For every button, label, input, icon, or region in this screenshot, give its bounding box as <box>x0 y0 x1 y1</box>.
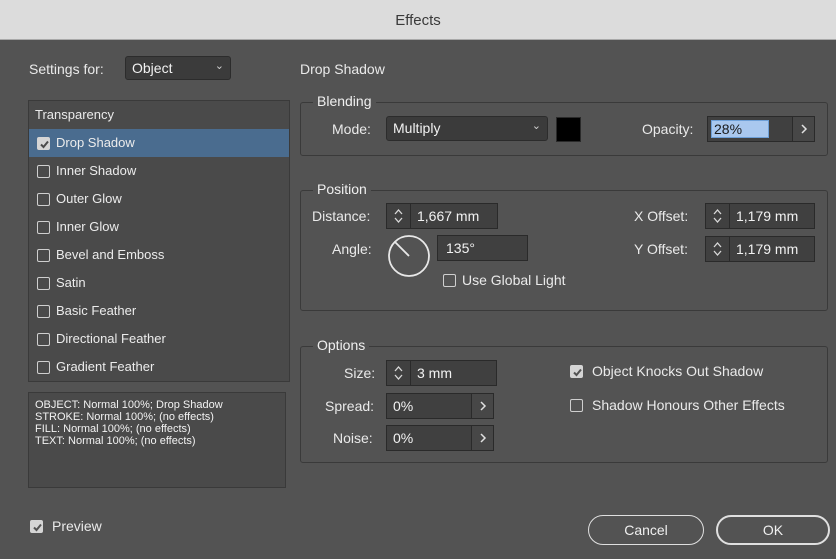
chevron-right-icon <box>480 433 487 443</box>
angle-value[interactable]: 135° <box>446 240 475 256</box>
chevron-right-icon <box>801 124 808 134</box>
shadow-honours-checkbox[interactable] <box>570 399 583 412</box>
blend-mode-value: Multiply <box>393 120 441 136</box>
bevel-emboss-checkbox[interactable] <box>37 249 50 262</box>
shadow-color-swatch[interactable] <box>556 117 581 142</box>
effect-item-gradient-feather[interactable]: Gradient Feather <box>29 353 289 381</box>
settings-for-dropdown[interactable]: Object ⌄ <box>125 56 231 80</box>
noise-field[interactable]: 0% <box>386 425 494 451</box>
summary-line-stroke: STROKE: Normal 100%; (no effects) <box>35 411 214 423</box>
use-global-light-checkbox[interactable] <box>443 274 456 287</box>
effect-item-label: Bevel and Emboss <box>56 247 165 262</box>
effect-item-label: Gradient Feather <box>56 359 155 374</box>
opacity-field[interactable]: 28% <box>707 116 815 142</box>
effect-item-label: Basic Feather <box>56 303 137 318</box>
y-offset-label: Y Offset: <box>634 241 688 257</box>
mode-label: Mode: <box>332 121 371 137</box>
angle-field[interactable]: 135° <box>437 235 528 261</box>
stepper-icon[interactable] <box>706 204 730 228</box>
blend-mode-dropdown[interactable]: Multiply ⌄ <box>386 116 548 141</box>
outer-glow-checkbox[interactable] <box>37 193 50 206</box>
size-label: Size: <box>344 365 376 381</box>
drop-shadow-checkbox[interactable] <box>37 137 50 150</box>
summary-line-object: OBJECT: Normal 100%; Drop Shadow <box>35 399 223 411</box>
stepper-icon[interactable] <box>387 204 411 228</box>
satin-checkbox[interactable] <box>37 277 50 290</box>
gradient-feather-checkbox[interactable] <box>37 361 50 374</box>
angle-label: Angle: <box>332 241 372 257</box>
effect-item-inner-shadow[interactable]: Inner Shadow <box>29 157 289 185</box>
cancel-button[interactable]: Cancel <box>588 515 704 545</box>
effects-list: Transparency Drop Shadow Inner Shadow Ou… <box>28 100 290 382</box>
stepper-icon[interactable] <box>387 361 411 385</box>
position-legend: Position <box>313 181 371 197</box>
opacity-value[interactable]: 28% <box>714 121 742 137</box>
size-value[interactable]: 3 mm <box>417 365 452 381</box>
x-offset-field[interactable]: 1,179 mm <box>705 203 815 229</box>
chevron-down-icon: ⌄ <box>214 60 224 72</box>
preview-label: Preview <box>52 518 102 534</box>
effect-item-inner-glow[interactable]: Inner Glow <box>29 213 289 241</box>
effect-item-label: Satin <box>56 275 86 290</box>
shadow-honours-toggle[interactable]: Shadow Honours Other Effects <box>570 397 820 415</box>
summary-line-fill: FILL: Normal 100%; (no effects) <box>35 423 191 435</box>
effect-item-label: Inner Shadow <box>56 163 137 178</box>
spread-label: Spread: <box>325 398 375 414</box>
y-offset-value[interactable]: 1,179 mm <box>736 241 798 257</box>
ok-button[interactable]: OK <box>716 515 830 545</box>
stepper-icon[interactable] <box>706 237 730 261</box>
use-global-light-label: Use Global Light <box>462 272 566 288</box>
distance-value[interactable]: 1,667 mm <box>417 208 479 224</box>
opacity-menu-button[interactable] <box>792 117 814 141</box>
distance-field[interactable]: 1,667 mm <box>386 203 498 229</box>
inner-shadow-checkbox[interactable] <box>37 165 50 178</box>
panel-title: Drop Shadow <box>300 61 385 77</box>
spread-field[interactable]: 0% <box>386 393 494 419</box>
chevron-right-icon <box>480 401 487 411</box>
blending-legend: Blending <box>313 93 376 109</box>
effect-item-label: Directional Feather <box>56 331 166 346</box>
use-global-light-toggle[interactable]: Use Global Light <box>443 272 593 290</box>
inner-glow-checkbox[interactable] <box>37 221 50 234</box>
spread-menu-button[interactable] <box>471 394 493 418</box>
effect-item-directional-feather[interactable]: Directional Feather <box>29 325 289 353</box>
directional-feather-checkbox[interactable] <box>37 333 50 346</box>
shadow-honours-label: Shadow Honours Other Effects <box>592 397 785 413</box>
list-header: Transparency <box>35 107 114 122</box>
spread-value[interactable]: 0% <box>393 398 413 414</box>
effect-item-label: Inner Glow <box>56 219 119 234</box>
angle-dial-icon[interactable] <box>386 233 432 279</box>
effect-item-bevel-emboss[interactable]: Bevel and Emboss <box>29 241 289 269</box>
size-field[interactable]: 3 mm <box>386 360 497 386</box>
settings-for-label: Settings for: <box>29 61 104 77</box>
object-knocks-out-toggle[interactable]: Object Knocks Out Shadow <box>570 363 810 381</box>
options-legend: Options <box>313 337 370 353</box>
effect-item-satin[interactable]: Satin <box>29 269 289 297</box>
object-knocks-out-checkbox[interactable] <box>570 365 583 378</box>
preview-checkbox[interactable] <box>30 520 43 533</box>
chevron-down-icon: ⌄ <box>531 120 541 132</box>
effect-item-label: Outer Glow <box>56 191 122 206</box>
preview-toggle[interactable]: Preview <box>30 518 130 538</box>
x-offset-label: X Offset: <box>634 208 689 224</box>
noise-label: Noise: <box>333 430 373 446</box>
effect-item-basic-feather[interactable]: Basic Feather <box>29 297 289 325</box>
window-titlebar: Effects <box>0 0 836 40</box>
distance-label: Distance: <box>312 208 371 224</box>
opacity-label: Opacity: <box>642 121 694 137</box>
y-offset-field[interactable]: 1,179 mm <box>705 236 815 262</box>
object-knocks-out-label: Object Knocks Out Shadow <box>592 363 764 379</box>
window-title: Effects <box>395 12 441 29</box>
effect-item-outer-glow[interactable]: Outer Glow <box>29 185 289 213</box>
effect-item-drop-shadow[interactable]: Drop Shadow <box>29 129 289 157</box>
basic-feather-checkbox[interactable] <box>37 305 50 318</box>
effect-item-label: Drop Shadow <box>56 135 135 150</box>
noise-menu-button[interactable] <box>471 426 493 450</box>
effects-summary: OBJECT: Normal 100%; Drop Shadow STROKE:… <box>28 392 286 488</box>
summary-line-text: TEXT: Normal 100%; (no effects) <box>35 435 196 447</box>
x-offset-value[interactable]: 1,179 mm <box>736 208 798 224</box>
noise-value[interactable]: 0% <box>393 430 413 446</box>
settings-for-value: Object <box>132 60 173 76</box>
